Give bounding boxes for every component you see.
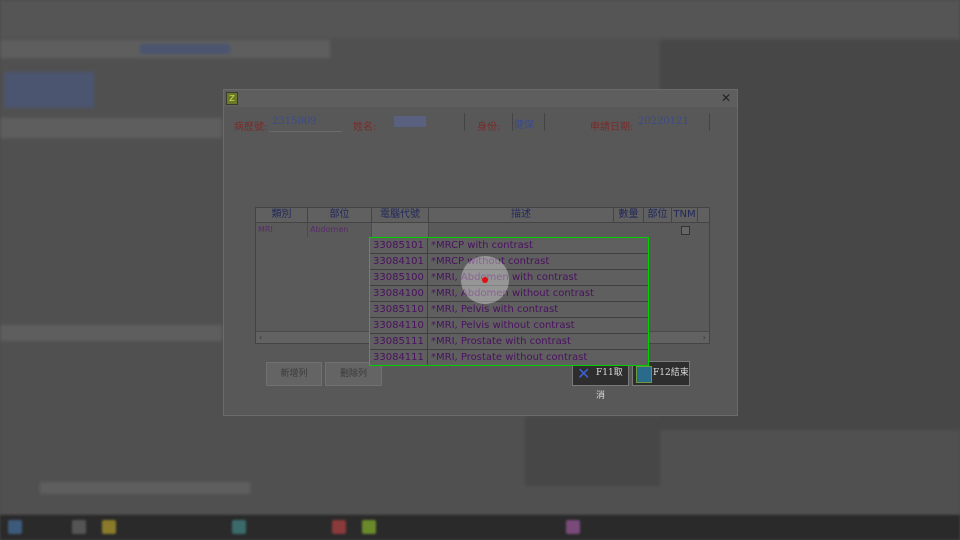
identity-label: 身份: [477,122,501,133]
chart-no-value: 2315009 [272,116,317,127]
f12-label: F12結束 [653,368,689,378]
popup-item[interactable]: 33084110 *MRI, Pelvis without contrast [370,318,648,334]
popup-item[interactable]: 33085111 *MRI, Prostate with contrast [370,334,648,350]
column-divider [427,286,428,302]
popup-item-desc: *MRI, Prostate with contrast [431,336,571,347]
tnm-checkbox[interactable] [681,226,690,235]
popup-item-code: 33084101 [373,256,424,267]
cursor-dot [482,277,488,283]
taskbar-app-icon[interactable] [72,520,86,534]
popup-item-code: 33085110 [373,304,424,315]
separator [544,113,545,131]
popup-item-code: 33085111 [373,336,424,347]
background-thumbnail [525,416,660,486]
background-title-highlight [140,44,230,54]
popup-item[interactable]: 33085100 *MRI, Abdomen with contrast [370,270,648,286]
popup-item[interactable]: 33085110 *MRI, Pelvis with contrast [370,302,648,318]
close-icon[interactable]: ✕ [721,90,731,107]
taskbar-app-icon[interactable] [362,520,376,534]
header-site2[interactable]: 部位 [644,208,672,222]
add-row-button[interactable]: 新增列 [266,362,322,386]
apply-date-label: 申請日期: [590,122,634,133]
popup-item-code: 33084100 [373,288,424,299]
name-value [394,116,426,127]
cell-site[interactable]: Abdomen [308,223,372,237]
background-left-tabs [0,118,222,138]
column-divider [427,270,428,286]
separator [464,113,465,131]
name-label: 姓名: [353,122,377,133]
code-lookup-popup: 33085101 *MRCP with contrast 33084101 *M… [369,237,649,366]
column-divider [427,254,428,270]
column-divider [427,238,428,254]
taskbar [0,515,960,540]
popup-item-code: 33084110 [373,320,424,331]
column-divider [427,334,428,350]
chart-no-label: 病歷號: [234,122,268,133]
identity-value: 健保 [514,120,534,131]
popup-item-desc: *MRI, Pelvis without contrast [431,320,575,331]
popup-item-code: 33085100 [373,272,424,283]
header-site[interactable]: 部位 [308,208,372,222]
column-divider [427,302,428,318]
app-icon: Z [226,92,238,105]
popup-item[interactable]: 33085101 *MRCP with contrast [370,238,648,254]
header-tnm[interactable]: TNM [672,208,698,222]
dialog-titlebar: Z ✕ [224,90,737,107]
popup-item[interactable]: 33084111 *MRI, Prostate without contrast [370,350,648,365]
apply-date-value: 20220121 [638,116,689,127]
separator [512,113,513,131]
f11-label: F11取消 [596,368,623,401]
arrow-left-icon[interactable]: ‹ [259,332,262,343]
background-left-info [4,72,94,108]
x-icon: ✕ [577,364,591,383]
start-icon[interactable] [8,520,22,534]
background-left-section [0,325,222,341]
popup-item-desc: *MRI, Abdomen without contrast [431,288,594,299]
header-quantity[interactable]: 數量 [614,208,644,222]
header-category[interactable]: 類別 [256,208,308,222]
column-divider [427,318,428,334]
separator [709,113,710,131]
taskbar-folder-icon[interactable] [102,520,116,534]
taskbar-app-icon[interactable] [566,520,580,534]
popup-item-code: 33085101 [373,240,424,251]
cell-code-edit[interactable] [372,223,429,237]
chart-no-underline [269,131,342,132]
popup-item-desc: *MRI, Pelvis with contrast [431,304,559,315]
popup-item[interactable]: 33084100 *MRI, Abdomen without contrast [370,286,648,302]
taskbar-app-icon[interactable] [332,520,346,534]
popup-item-desc: *MRI, Prostate without contrast [431,352,588,363]
grid-header: 類別 部位 電腦代號 描述 數量 部位 TNM [256,208,709,223]
cell-category[interactable]: MRI [256,223,308,237]
background-menu-strip [0,0,960,38]
popup-item[interactable]: 33084101 *MRCP without contrast [370,254,648,270]
popup-item-code: 33084111 [373,352,424,363]
taskbar-app-icon[interactable] [232,520,246,534]
arrow-right-icon[interactable]: › [703,332,706,343]
header-code[interactable]: 電腦代號 [372,208,429,222]
popup-item-desc: *MRCP with contrast [431,240,533,251]
exit-icon [636,366,652,383]
column-divider [427,350,428,365]
background-status-line [40,482,250,494]
header-description[interactable]: 描述 [429,208,614,222]
